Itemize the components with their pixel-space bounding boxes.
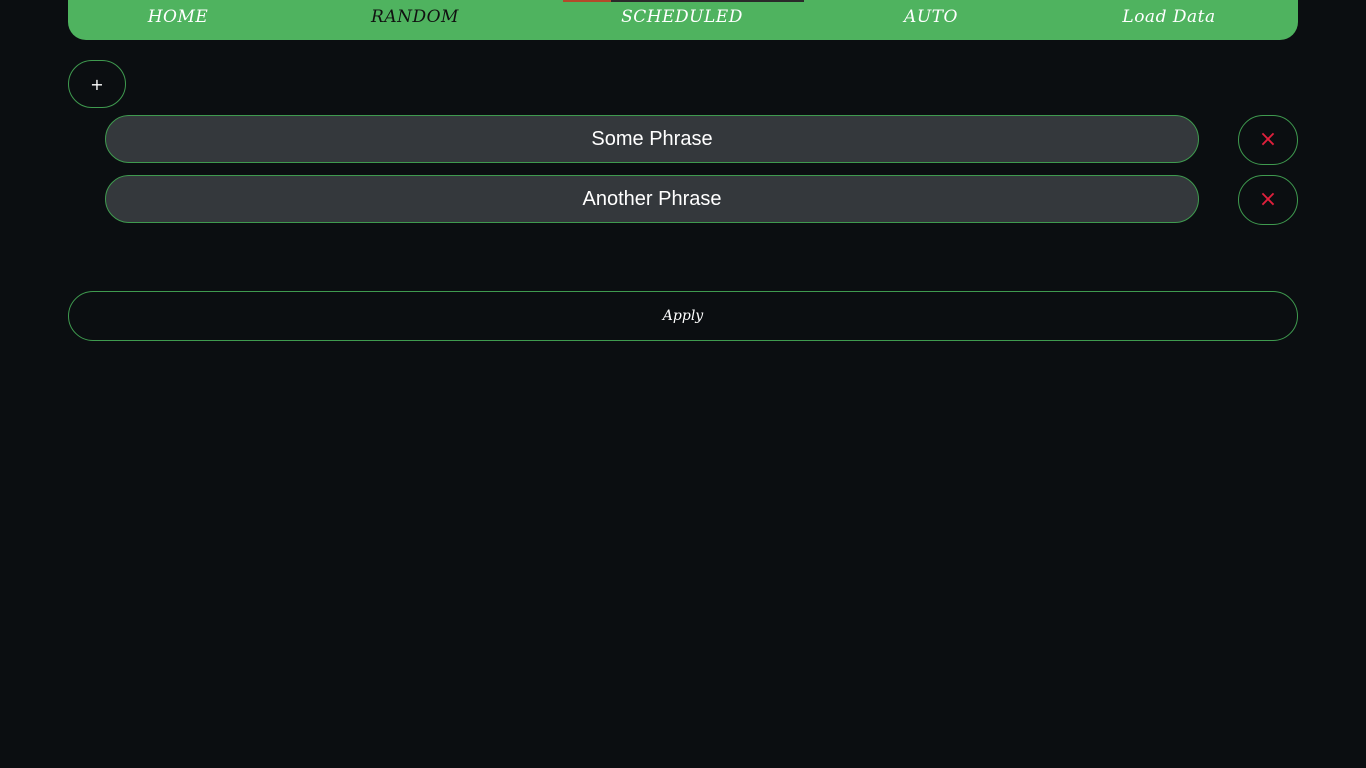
top-navbar: HOME RANDOM SCHEDULED AUTO Load Data (68, 0, 1298, 40)
add-phrase-button[interactable]: + (68, 60, 126, 108)
remove-phrase-button-2[interactable]: × (1238, 175, 1298, 225)
nav-item-auto[interactable]: AUTO (904, 7, 958, 27)
apply-button[interactable]: Apply (68, 291, 1298, 341)
nav-item-scheduled[interactable]: SCHEDULED (621, 7, 743, 27)
phrase-input-1[interactable] (105, 115, 1199, 163)
nav-item-load-data[interactable]: Load Data (1122, 7, 1215, 27)
remove-phrase-button-1[interactable]: × (1238, 115, 1298, 165)
nav-item-random[interactable]: RANDOM (371, 7, 459, 27)
close-icon: × (1258, 187, 1278, 212)
nav-active-indicator (563, 0, 611, 2)
phrase-input-2[interactable] (105, 175, 1199, 223)
close-icon: × (1258, 127, 1278, 152)
nav-indicator-track (611, 0, 804, 2)
nav-item-home[interactable]: HOME (148, 7, 209, 27)
